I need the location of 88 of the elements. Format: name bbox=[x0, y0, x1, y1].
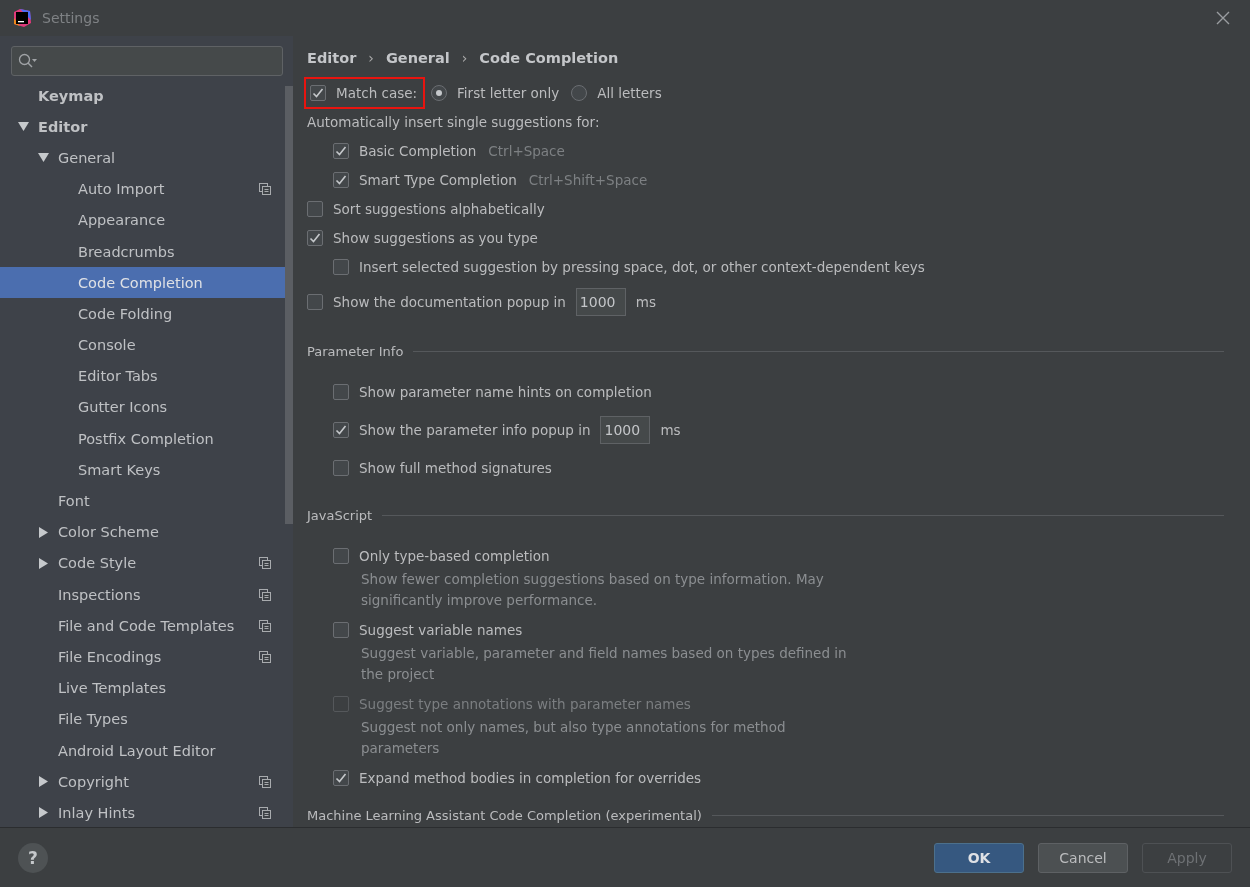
option-label: First letter only bbox=[457, 85, 560, 101]
number-field[interactable]: 1000 bbox=[575, 288, 626, 316]
tree-item[interactable]: Live Templates bbox=[0, 672, 285, 704]
shortcut-hint: Ctrl+Shift+Space bbox=[528, 171, 648, 188]
option-label: Show the parameter info popup in bbox=[359, 422, 591, 438]
tree-item[interactable]: Console bbox=[0, 329, 285, 361]
tree-item[interactable]: Breadcrumbs bbox=[0, 235, 285, 268]
close-icon[interactable] bbox=[1216, 11, 1230, 25]
tree-item[interactable]: Inspections bbox=[0, 579, 285, 611]
checkbox[interactable] bbox=[333, 258, 349, 275]
option-label: All letters bbox=[597, 85, 662, 101]
option-description: Suggest not only names, but also type annotations for method parameters bbox=[360, 718, 787, 758]
unit-label: ms bbox=[660, 422, 681, 438]
search-icon bbox=[18, 53, 38, 69]
breadcrumb[interactable]: General bbox=[385, 50, 450, 66]
option-label: Suggest type annotations with parameter names bbox=[359, 696, 691, 712]
collapsed-arrow-icon bbox=[38, 557, 49, 569]
radio-button[interactable] bbox=[431, 85, 448, 101]
tree-item[interactable]: Smart Keys bbox=[0, 454, 285, 486]
tree-item[interactable]: File Encodings bbox=[0, 641, 285, 673]
checkbox[interactable] bbox=[333, 460, 349, 476]
window-title: Settings bbox=[42, 10, 101, 26]
tree-item[interactable]: Keymap bbox=[0, 80, 285, 112]
checkbox[interactable] bbox=[333, 142, 349, 159]
option-label: Insert selected suggestion by pressing space, dot, or other context-dependent keys bbox=[359, 258, 925, 275]
cancel-button[interactable]: Cancel bbox=[1038, 842, 1128, 873]
shortcut-hint: Ctrl+Space bbox=[488, 142, 565, 159]
option-label: Sort suggestions alphabetically bbox=[333, 200, 545, 217]
section-title: Machine Learning Assistant Code Completion (experimental) bbox=[307, 807, 702, 823]
expanded-arrow-icon bbox=[38, 152, 49, 164]
option-label: Show suggestions as you type bbox=[333, 229, 538, 246]
option-label: Suggest variable names bbox=[359, 622, 523, 638]
tree-item[interactable]: Copyright bbox=[0, 766, 285, 798]
tree-item[interactable]: Auto Import bbox=[0, 173, 285, 205]
expanded-arrow-icon bbox=[18, 121, 29, 133]
help-button[interactable]: ? bbox=[18, 842, 48, 873]
option-label: Smart Type Completion bbox=[359, 171, 517, 188]
checkbox[interactable] bbox=[307, 229, 323, 246]
option-label: Only type-based completion bbox=[359, 548, 550, 564]
checkbox[interactable] bbox=[333, 770, 349, 786]
tree-item[interactable]: Code Folding bbox=[0, 298, 285, 330]
tree-item[interactable]: Appearance bbox=[0, 204, 285, 236]
section-title: Parameter Info bbox=[307, 343, 404, 359]
tree-item[interactable]: Inlay Hints bbox=[0, 797, 285, 827]
collapsed-arrow-icon bbox=[38, 807, 49, 819]
checkbox[interactable] bbox=[310, 85, 326, 101]
tree-item[interactable]: Font bbox=[0, 485, 285, 517]
checkbox[interactable] bbox=[333, 548, 349, 564]
tree-item[interactable]: Android Layout Editor bbox=[0, 734, 285, 767]
option-label: Expand method bodies in completion for overrides bbox=[359, 770, 702, 786]
checkbox[interactable] bbox=[333, 384, 349, 400]
option-heading: Automatically insert single suggestions for: bbox=[307, 114, 601, 130]
app-logo-icon bbox=[12, 8, 32, 28]
unit-label: ms bbox=[635, 294, 656, 310]
option-label: Show parameter name hints on completion bbox=[359, 384, 652, 400]
tree-item[interactable]: General bbox=[0, 142, 285, 174]
tree-item[interactable]: Gutter Icons bbox=[0, 391, 285, 424]
tree-item[interactable]: Color Scheme bbox=[0, 516, 285, 548]
breadcrumb[interactable]: Code Completion bbox=[479, 50, 619, 66]
option-description: Show fewer completion suggestions based on type information. May significantly improve performance. bbox=[360, 570, 825, 610]
option-label: Show the documentation popup in bbox=[333, 294, 566, 310]
option-label: Match case: bbox=[336, 85, 418, 101]
tree-item[interactable]: Editor bbox=[0, 111, 285, 143]
search-field[interactable] bbox=[11, 46, 283, 76]
checkbox[interactable] bbox=[333, 622, 349, 638]
option-label: Basic Completion bbox=[359, 142, 477, 159]
tree-item[interactable]: Code Style bbox=[0, 547, 285, 579]
breadcrumb-separator: › bbox=[461, 50, 468, 66]
number-field[interactable]: 1000 bbox=[600, 416, 651, 444]
checkbox[interactable] bbox=[307, 294, 323, 310]
breadcrumb[interactable]: Editor bbox=[307, 50, 357, 66]
option-description: Suggest variable, parameter and field names based on types defined in the project bbox=[360, 644, 848, 684]
breadcrumb-separator: › bbox=[368, 50, 374, 66]
tree-item[interactable]: Postfix Completion bbox=[0, 423, 285, 455]
section-title: JavaScript bbox=[307, 507, 373, 523]
checkbox[interactable] bbox=[307, 200, 323, 217]
tree-item[interactable]: Code Completion bbox=[0, 267, 285, 299]
collapsed-arrow-icon bbox=[38, 776, 49, 788]
tree-item[interactable]: File Types bbox=[0, 703, 285, 735]
radio-button[interactable] bbox=[571, 85, 588, 101]
checkbox[interactable] bbox=[333, 422, 349, 438]
option-label: Show full method signatures bbox=[359, 460, 552, 476]
collapsed-arrow-icon bbox=[38, 526, 49, 538]
tree-item[interactable]: Editor Tabs bbox=[0, 360, 285, 392]
checkbox[interactable] bbox=[333, 171, 349, 188]
ok-button[interactable]: OK bbox=[934, 842, 1024, 873]
tree-item[interactable]: File and Code Templates bbox=[0, 610, 285, 642]
scrollbar[interactable] bbox=[285, 86, 293, 524]
